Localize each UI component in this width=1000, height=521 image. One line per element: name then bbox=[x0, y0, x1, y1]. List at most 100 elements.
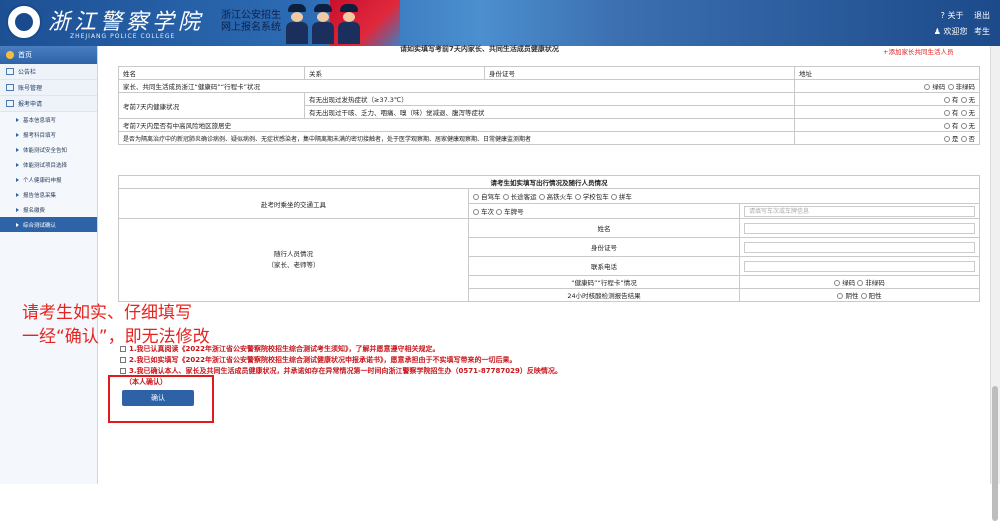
sidebar-group-label: 报考申请 bbox=[18, 101, 43, 108]
highlight-box bbox=[108, 375, 214, 423]
radio-yes[interactable] bbox=[943, 123, 950, 129]
companion-id-input[interactable] bbox=[744, 241, 975, 253]
table-row: 随行人员情况 （家长、老师等） 姓名 bbox=[118, 218, 980, 302]
col-header: 关系 bbox=[304, 66, 485, 80]
sidebar-item-payment[interactable]: 报名缴费 bbox=[0, 202, 97, 217]
radio-group[interactable]: 阴性 阳性 bbox=[739, 288, 980, 302]
help-icon[interactable]: ? bbox=[941, 11, 945, 20]
radio-train[interactable] bbox=[538, 194, 545, 200]
radio-label: 无 bbox=[968, 122, 976, 130]
radio-group[interactable]: 绿码 非绿码 bbox=[739, 275, 980, 289]
sidebar-home[interactable]: 首页 bbox=[0, 46, 97, 64]
radio-label: 非绿码 bbox=[865, 279, 885, 287]
health-section-title: 请如实填写考前7天内家长、共同生活成员健康状况 bbox=[400, 45, 559, 53]
col-header: 姓名 bbox=[118, 66, 305, 80]
arrow-icon bbox=[16, 177, 19, 182]
radio-label: 学校包车 bbox=[582, 193, 609, 201]
radio-self-drive[interactable] bbox=[473, 194, 479, 200]
radio-label: 无 bbox=[968, 109, 976, 117]
radio-group[interactable]: 是 否 bbox=[794, 131, 980, 145]
sidebar-item-label: 体能测试项目选择 bbox=[23, 162, 68, 169]
radio-non-green[interactable] bbox=[857, 280, 864, 286]
about-link[interactable]: 关于 bbox=[947, 11, 963, 20]
sidebar-group-account[interactable]: 账号管理 bbox=[0, 80, 97, 96]
radio-coach[interactable] bbox=[502, 194, 509, 200]
radio-green-code[interactable] bbox=[924, 84, 931, 90]
apply-icon bbox=[6, 100, 14, 107]
radio-label: 绿码 bbox=[842, 279, 856, 287]
checkbox[interactable] bbox=[120, 368, 126, 374]
radio-non-green-code[interactable] bbox=[947, 84, 954, 90]
transport-options-row2[interactable]: 车次 车牌号 bbox=[468, 203, 740, 219]
companion-title: 随行人员情况 bbox=[274, 250, 313, 258]
radio-positive[interactable] bbox=[860, 293, 867, 299]
health-table: 姓名 关系 身份证号 地址 家长、共同生活成员浙江“健康码”“行程卡”状况 绿码… bbox=[118, 66, 980, 145]
companion-name-input[interactable] bbox=[744, 222, 975, 234]
radio-yes[interactable] bbox=[943, 136, 950, 142]
vertical-scrollbar[interactable] bbox=[990, 46, 1000, 521]
brand-title-en: ZHEJIANG POLICE COLLEGE bbox=[70, 33, 176, 40]
logout-link[interactable]: 退出 bbox=[974, 11, 990, 20]
sidebar-group-label: 公告栏 bbox=[18, 69, 37, 76]
radio-group[interactable]: 有 无 bbox=[794, 105, 980, 119]
radio-plate-no[interactable] bbox=[496, 209, 503, 215]
consent-item-2[interactable]: 2.我已如实填写《2022年浙江省公安警察院校招生综合测试健康状况申报承诺书》，… bbox=[120, 355, 517, 365]
sidebar-item-info-collect[interactable]: 报告信息采集 bbox=[0, 187, 97, 202]
police-figure-icon bbox=[312, 4, 334, 44]
radio-group[interactable]: 有 无 bbox=[794, 118, 980, 132]
radio-label: 阴性 bbox=[845, 292, 859, 300]
radio-no[interactable] bbox=[960, 136, 967, 142]
college-logo bbox=[6, 4, 42, 40]
checkbox[interactable] bbox=[120, 357, 126, 363]
radio-no[interactable] bbox=[960, 97, 967, 103]
system-subtitle: 浙江公安招生 网上报名系统 bbox=[221, 10, 281, 34]
sidebar-item-basic-info[interactable]: 基本信息填写 bbox=[0, 112, 97, 127]
arrow-icon bbox=[16, 192, 19, 197]
consent-text: 2.我已如实填写《2022年浙江省公安警察院校招生综合测试健康状况申报承诺书》，… bbox=[129, 356, 517, 364]
sidebar-item-confirm[interactable]: 综合测试确认 bbox=[0, 217, 97, 232]
field-label-phone: 联系电话 bbox=[468, 256, 740, 276]
arrow-icon bbox=[16, 117, 19, 122]
radio-label: 非绿码 bbox=[955, 83, 976, 91]
transport-label: 赴考时乘坐的交通工具 bbox=[118, 188, 469, 219]
radio-train-no[interactable] bbox=[473, 209, 479, 215]
radio-negative[interactable] bbox=[837, 293, 844, 299]
table-row: 赴考时乘坐的交通工具 自驾车 长途客运 高铁火车 学校包车 拼车 bbox=[118, 188, 980, 219]
row-sub-label: 有无出现过发热症状（≥37.3℃） bbox=[304, 92, 795, 106]
radio-school-bus[interactable] bbox=[574, 194, 581, 200]
annotation-line-1: 请考生如实、仔细填写 bbox=[22, 303, 192, 323]
sidebar-item-health-code[interactable]: 个人健康码申报 bbox=[0, 172, 97, 187]
radio-label: 车次 bbox=[481, 208, 494, 216]
row-sub-label: 有无出现过干咳、乏力、咽痛、嗅（味）觉减退、腹泻等症状 bbox=[304, 105, 795, 119]
transport-options-row1[interactable]: 自驾车 长途客运 高铁火车 学校包车 拼车 bbox=[468, 188, 980, 204]
companion-phone-input[interactable] bbox=[744, 260, 975, 272]
radio-yes[interactable] bbox=[943, 110, 950, 116]
scrollbar-thumb[interactable] bbox=[992, 386, 998, 521]
username[interactable]: 考生 bbox=[974, 27, 990, 36]
radio-label: 否 bbox=[968, 135, 976, 143]
annotation-line-2: 一经“确认”，即无法修改 bbox=[22, 327, 210, 347]
radio-group[interactable]: 有 无 bbox=[794, 92, 980, 106]
radio-carpool[interactable] bbox=[610, 194, 617, 200]
radio-yes[interactable] bbox=[943, 97, 950, 103]
radio-label: 高铁火车 bbox=[546, 193, 573, 201]
sidebar-home-label: 首页 bbox=[18, 51, 32, 59]
arrow-icon bbox=[16, 162, 19, 167]
sidebar-group-notice[interactable]: 公告栏 bbox=[0, 64, 97, 80]
police-figure-icon bbox=[286, 4, 308, 44]
radio-no[interactable] bbox=[960, 123, 967, 129]
sidebar-item-subjects[interactable]: 报考科目填写 bbox=[0, 127, 97, 142]
radio-green[interactable] bbox=[834, 280, 841, 286]
radio-no[interactable] bbox=[960, 110, 967, 116]
sidebar-group-apply[interactable]: 报考申请 bbox=[0, 96, 97, 112]
health-header-row: 姓名 关系 身份证号 地址 bbox=[118, 66, 980, 80]
user-icon: ♟ bbox=[933, 27, 941, 36]
subtitle-line-1: 浙江公安招生 bbox=[221, 10, 281, 21]
add-family-link[interactable]: +添加家长共同生活人员 bbox=[883, 46, 953, 56]
companion-subtitle: （家长、老师等） bbox=[267, 261, 320, 269]
radio-group[interactable]: 绿码 非绿码 bbox=[794, 79, 980, 93]
transport-input[interactable]: 请填写车次或车牌信息 bbox=[744, 205, 975, 217]
sidebar-item-fitness-select[interactable]: 体能测试项目选择 bbox=[0, 157, 97, 172]
radio-label: 绿码 bbox=[932, 83, 946, 91]
sidebar-item-safety-notice[interactable]: 体能测试安全告知 bbox=[0, 142, 97, 157]
